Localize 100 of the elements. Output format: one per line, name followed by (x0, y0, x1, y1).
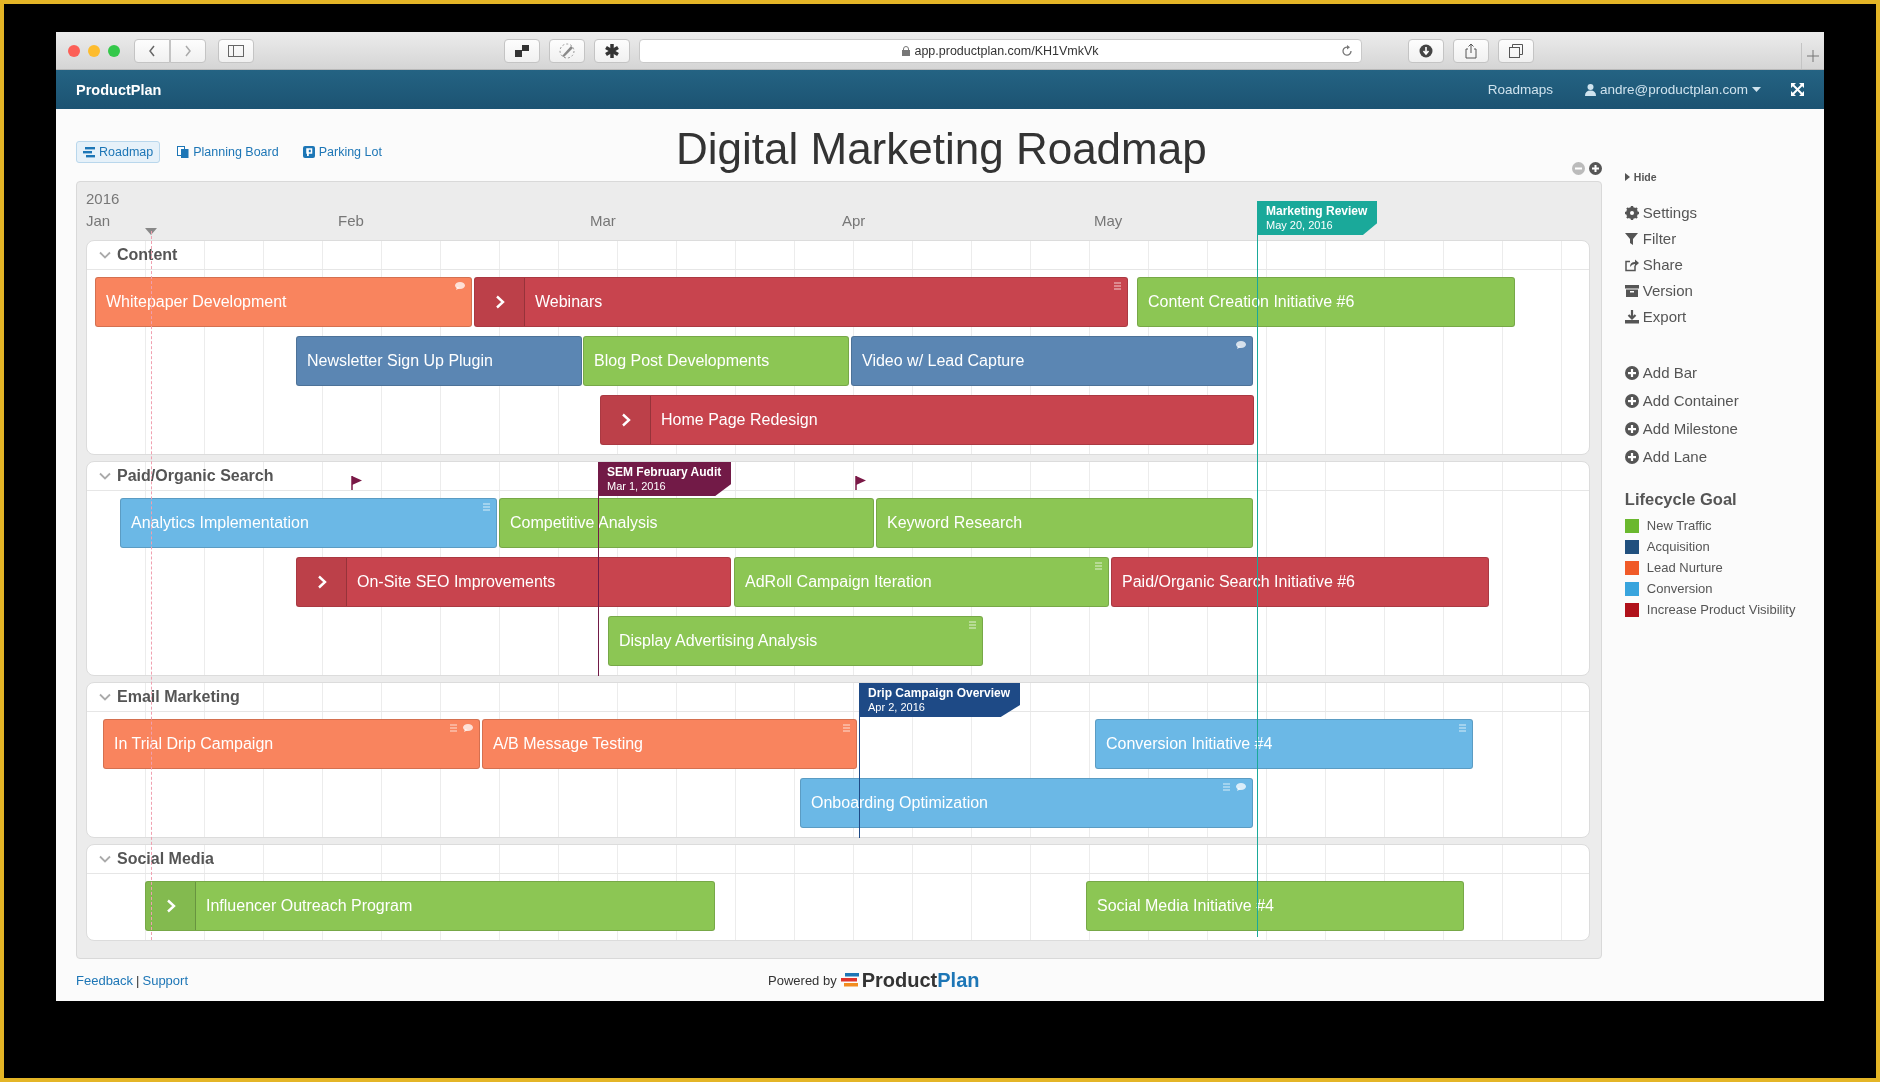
chevron-right-icon (494, 295, 505, 309)
sidebar-action[interactable]: Settings (1624, 203, 1824, 222)
logo-wordmark: ProductPlan (861, 968, 980, 992)
lane-name: Content (117, 246, 178, 264)
sidebar-action[interactable]: Version (1624, 281, 1824, 300)
legend-label: Lead Nurture (1646, 560, 1723, 575)
footer-link[interactable]: Feedback (76, 972, 134, 988)
month-label: Mar (590, 212, 616, 229)
roadmap-bar[interactable]: In Trial Drip Campaign (103, 719, 480, 769)
back-button[interactable] (134, 38, 170, 63)
legend-label: Acquisition (1646, 539, 1710, 554)
extension-button[interactable] (594, 38, 630, 63)
user-menu[interactable]: andre@productplan.com (1584, 82, 1761, 97)
gear-icon (1624, 205, 1639, 220)
bar-label: AdRoll Campaign Iteration (744, 573, 932, 591)
share-button[interactable] (1453, 38, 1489, 63)
roadmap-bar[interactable]: Newsletter Sign Up Plugin (296, 336, 582, 386)
roadmap-bar[interactable]: Home Page Redesign (600, 395, 1254, 445)
fullscreen-icon[interactable] (1791, 83, 1804, 96)
download-icon (1624, 309, 1639, 324)
notes-icon[interactable] (1114, 282, 1121, 290)
milestone-label[interactable]: Drip Campaign Overview Apr 2, 2016 (859, 683, 1021, 717)
roadmap-bar[interactable]: Whitepaper Development (95, 277, 472, 327)
roadmap-bar[interactable]: On-Site SEO Improvements (296, 557, 731, 607)
bar-label: Analytics Implementation (130, 514, 309, 532)
expand-button[interactable] (297, 558, 347, 606)
expand-button[interactable] (601, 396, 651, 444)
month-label: May (1094, 212, 1123, 229)
roadmap-bar[interactable]: A/B Message Testing (482, 719, 857, 769)
expand-button[interactable] (146, 882, 196, 930)
year-label: 2016 (86, 190, 120, 207)
chevron-down-icon[interactable] (99, 853, 111, 865)
pen-icon (558, 42, 576, 59)
chevron-down-icon[interactable] (99, 691, 111, 703)
view-tab[interactable]: Planning Board (170, 141, 286, 163)
footer-link[interactable]: Support (142, 972, 189, 988)
hide-toggle[interactable]: Hide (1624, 171, 1824, 183)
address-bar[interactable]: app.productplan.com/KH1VmkVk (639, 38, 1362, 63)
chevron-right-icon (316, 575, 327, 589)
comment-icon[interactable] (455, 282, 465, 290)
flag-icon[interactable] (351, 476, 363, 490)
sidebar-action[interactable]: Add Container (1624, 391, 1824, 410)
today-marker-icon (145, 228, 157, 235)
extension-button[interactable] (504, 38, 540, 63)
parking-icon (302, 146, 315, 158)
view-tab[interactable]: Roadmap (76, 141, 161, 163)
window-control-button[interactable] (88, 44, 100, 57)
lane-name: Paid/Organic Search (117, 467, 274, 485)
sidebar-action[interactable]: Add Lane (1624, 447, 1824, 466)
share-icon (1624, 257, 1639, 272)
window-control-button[interactable] (108, 44, 120, 57)
sidebar-button[interactable] (218, 38, 254, 63)
window-control-button[interactable] (68, 44, 80, 57)
legend-label: Conversion (1646, 581, 1713, 596)
comment-icon[interactable] (1236, 783, 1246, 791)
tabs-button[interactable] (1498, 38, 1534, 63)
sidebar-action[interactable]: Add Milestone (1624, 419, 1824, 438)
comment-icon[interactable] (463, 724, 473, 732)
bar-label: Competitive Analysis (509, 514, 658, 532)
month-label: Apr (842, 212, 866, 229)
notes-icon[interactable] (1095, 562, 1102, 570)
url-text: app.productplan.com/KH1VmkVk (914, 43, 1099, 58)
back-icon (147, 43, 157, 58)
notes-icon[interactable] (483, 503, 490, 511)
notes-icon[interactable] (1459, 724, 1466, 732)
filter-icon (1624, 231, 1639, 246)
powered-by-text: Powered by (768, 972, 837, 988)
nav-link[interactable]: Roadmaps (1487, 82, 1553, 97)
lane-name: Email Marketing (117, 688, 240, 706)
user-icon (1584, 83, 1596, 96)
download-button[interactable] (1408, 38, 1444, 63)
sidebar-action[interactable]: Filter (1624, 229, 1824, 248)
reload-icon[interactable] (1341, 44, 1353, 57)
notes-icon[interactable] (1223, 783, 1230, 791)
link-separator: | (136, 972, 140, 988)
brand-name[interactable]: ProductPlan (76, 81, 162, 98)
roadmap-bar[interactable]: Video w/ Lead Capture (851, 336, 1253, 386)
milestone-label[interactable]: Marketing Review May 20, 2016 (1257, 201, 1378, 235)
asterisk-icon (604, 42, 620, 59)
sidebar-action[interactable]: Share (1624, 255, 1824, 274)
notes-icon[interactable] (450, 724, 457, 732)
zoom-in-icon[interactable] (1588, 162, 1602, 175)
bar-label: Influencer Outreach Program (205, 897, 413, 915)
bar-label: A/B Message Testing (492, 735, 643, 753)
sidebar-action[interactable]: Add Bar (1624, 363, 1824, 382)
notes-icon[interactable] (843, 724, 850, 732)
lock-icon (902, 45, 911, 56)
comment-icon[interactable] (1236, 341, 1246, 349)
forward-button[interactable] (170, 38, 206, 63)
chevron-down-icon[interactable] (99, 249, 111, 261)
flag-icon[interactable] (855, 476, 867, 490)
chevron-down-icon[interactable] (99, 470, 111, 482)
milestone-label[interactable]: SEM February Audit Mar 1, 2016 (598, 462, 732, 496)
roadmap-bar[interactable]: Webinars (474, 277, 1128, 327)
share-icon (1465, 42, 1477, 59)
expand-button[interactable] (475, 278, 525, 326)
notes-icon[interactable] (969, 621, 976, 629)
sidebar-action[interactable]: Export (1624, 307, 1824, 326)
month-label: Jan (86, 212, 111, 229)
view-tab[interactable]: Parking Lot (295, 141, 389, 163)
